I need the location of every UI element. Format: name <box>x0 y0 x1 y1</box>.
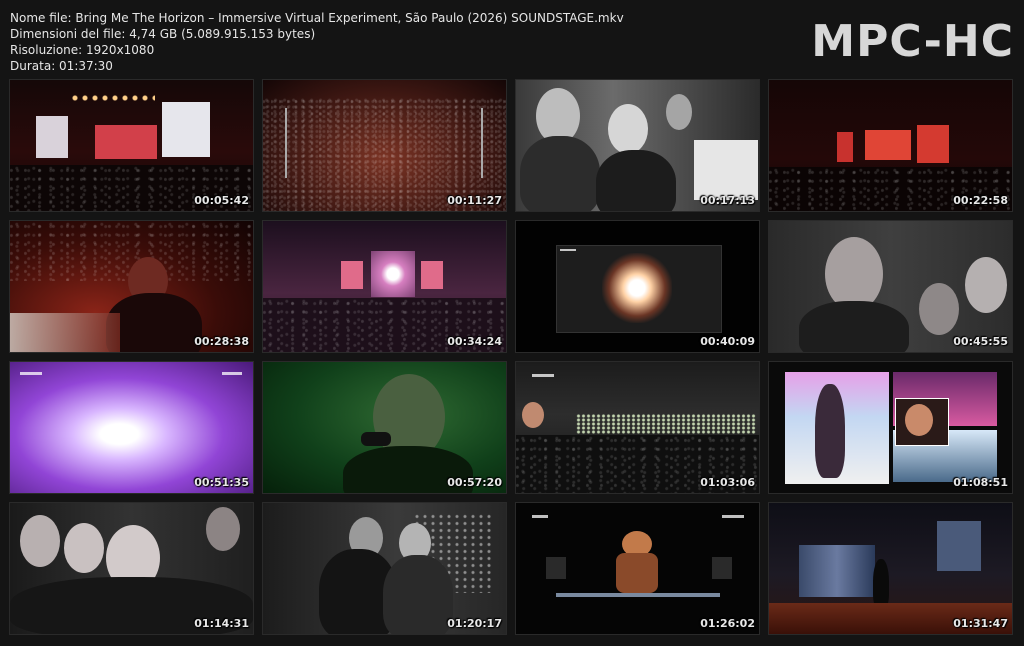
timestamp: 00:57:20 <box>447 476 502 489</box>
thumbnail-5: 00:28:38 <box>10 221 253 352</box>
timestamp: 00:22:58 <box>953 194 1008 207</box>
file-name: Nome file: Bring Me The Horizon – Immers… <box>10 11 624 25</box>
thumbnail-4: 00:22:58 <box>769 80 1012 211</box>
timestamp: 01:20:17 <box>447 617 502 630</box>
timestamp: 01:08:51 <box>953 476 1008 489</box>
timestamp: 00:11:27 <box>447 194 502 207</box>
thumbnail-11: 01:03:06 <box>516 362 759 493</box>
header: Nome file: Bring Me The Horizon – Immers… <box>0 0 1024 78</box>
thumbnail-16: 01:31:47 <box>769 503 1012 634</box>
timestamp: 01:14:31 <box>194 617 249 630</box>
timestamp: 00:51:35 <box>194 476 249 489</box>
timestamp: 00:40:09 <box>700 335 755 348</box>
timestamp: 00:28:38 <box>194 335 249 348</box>
thumbnail-1: 00:05:42 <box>10 80 253 211</box>
thumbnail-13: 01:14:31 <box>10 503 253 634</box>
timestamp: 01:31:47 <box>953 617 1008 630</box>
resolution: Risoluzione: 1920x1080 <box>10 43 155 57</box>
timestamp: 00:45:55 <box>953 335 1008 348</box>
timestamp: 00:05:42 <box>194 194 249 207</box>
thumbnail-9: 00:51:35 <box>10 362 253 493</box>
thumbnail-3: 00:17:13 <box>516 80 759 211</box>
thumbnail-12: 01:08:51 <box>769 362 1012 493</box>
thumbnail-10: 00:57:20 <box>263 362 506 493</box>
duration: Durata: 01:37:30 <box>10 59 113 73</box>
thumbnail-14: 01:20:17 <box>263 503 506 634</box>
thumbnail-15: 01:26:02 <box>516 503 759 634</box>
thumbnail-6: 00:34:24 <box>263 221 506 352</box>
thumbnail-grid: 00:05:42 00:11:27 00:17:13 00:22:58 00:2… <box>10 80 1014 636</box>
timestamp: 00:34:24 <box>447 335 502 348</box>
file-info: Nome file: Bring Me The Horizon – Immers… <box>10 10 624 74</box>
thumbnail-7: 00:40:09 <box>516 221 759 352</box>
timestamp: 00:17:13 <box>700 194 755 207</box>
app-logo: MPC-HC <box>811 16 1014 67</box>
thumbnail-8: 00:45:55 <box>769 221 1012 352</box>
thumbnail-2: 00:11:27 <box>263 80 506 211</box>
timestamp: 01:03:06 <box>700 476 755 489</box>
timestamp: 01:26:02 <box>700 617 755 630</box>
file-size: Dimensioni del file: 4,74 GB (5.089.915.… <box>10 27 316 41</box>
